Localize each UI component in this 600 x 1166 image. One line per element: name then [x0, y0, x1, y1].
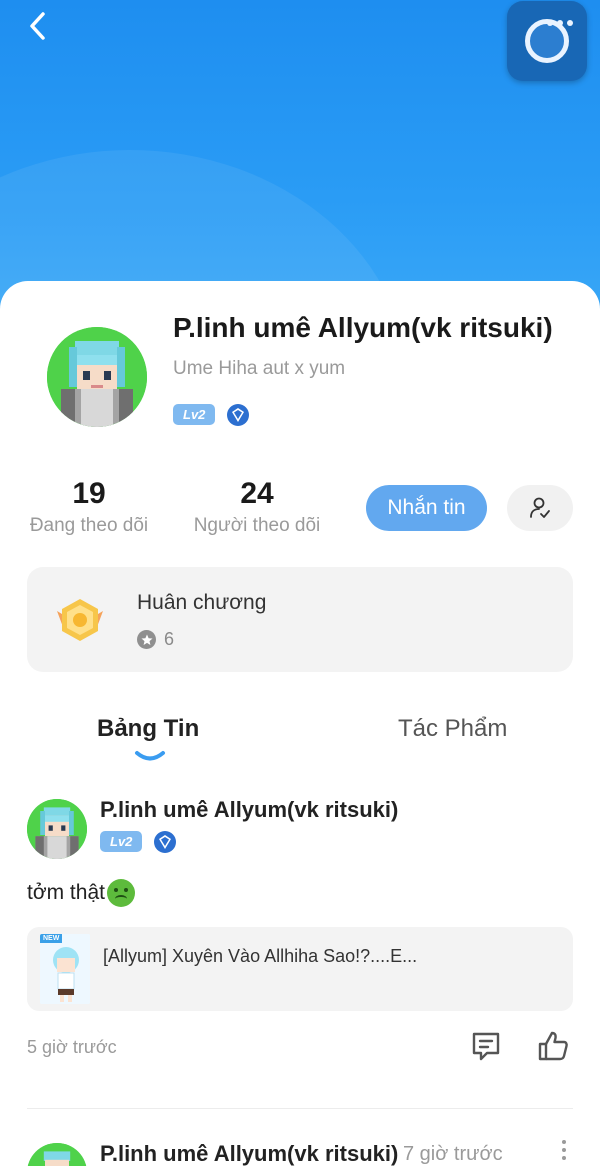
post-divider: [27, 1108, 573, 1109]
profile-name: P.linh umê Allyum(vk ritsuki): [173, 312, 553, 343]
attachment-thumbnail: NEW: [40, 934, 90, 1004]
active-tab-indicator: [135, 751, 165, 761]
post-author-avatar[interactable]: [27, 1143, 87, 1166]
following-label: Đang theo dõi: [29, 515, 149, 536]
post-text: tởm thật: [27, 879, 135, 907]
medal-count-row: 6: [137, 629, 174, 650]
following-count: 19: [72, 477, 106, 510]
shield-icon: [154, 831, 176, 853]
back-button[interactable]: [20, 8, 56, 44]
message-button[interactable]: Nhắn tin: [366, 485, 487, 531]
follow-button[interactable]: [507, 485, 573, 531]
tab-news-feed[interactable]: Bảng Tin: [97, 715, 199, 743]
medal-icon: [57, 599, 103, 641]
more-dots-icon: [547, 20, 573, 26]
level-badge: Lv2: [100, 831, 143, 852]
medal-section[interactable]: Huân chương 6: [27, 567, 573, 672]
profile-bio: Ume Hiha aut x yum: [173, 358, 346, 379]
thumbs-up-icon: [538, 1031, 568, 1061]
followers-stat[interactable]: 24 Người theo dõi: [190, 477, 324, 537]
tab-works[interactable]: Tác Phẩm: [398, 715, 507, 743]
new-badge: NEW: [40, 934, 63, 943]
avatar-image: [27, 1143, 87, 1166]
avatar-image: [47, 327, 147, 427]
medal-count: 6: [164, 629, 175, 649]
level-badge: Lv2: [173, 404, 216, 425]
star-icon: [137, 630, 156, 649]
user-check-icon: [530, 497, 550, 518]
post-author-avatar[interactable]: [27, 799, 87, 859]
following-stat[interactable]: 19 Đang theo dõi: [27, 477, 151, 537]
profile-avatar[interactable]: [47, 327, 147, 427]
followers-label: Người theo dõi: [193, 515, 321, 536]
post-author-name[interactable]: P.linh umê Allyum(vk ritsuki): [100, 797, 398, 823]
comment-icon: [472, 1032, 500, 1061]
post-author-name[interactable]: P.linh umê Allyum(vk ritsuki): [100, 1141, 398, 1166]
post-text-content: tởm thật: [27, 881, 105, 904]
post-timestamp: 5 giờ trước: [27, 1037, 117, 1057]
post-attachment[interactable]: NEW [Allyum] Xuyên Vào Allhiha Sao!?....…: [27, 927, 573, 1011]
attachment-title: [Allyum] Xuyên Vào Allhiha Sao!?....E...: [103, 946, 418, 966]
comment-button[interactable]: [466, 1026, 506, 1066]
floating-assistant-button[interactable]: [507, 1, 587, 81]
shield-icon: [227, 404, 249, 426]
more-vertical-icon: [562, 1140, 566, 1144]
medal-title: Huân chương: [137, 591, 267, 614]
avatar-image: [27, 799, 87, 859]
chevron-left-icon: [30, 12, 45, 40]
like-button[interactable]: [533, 1026, 573, 1066]
more-options-button[interactable]: [556, 1140, 572, 1166]
post-timestamp: 7 giờ trước: [403, 1143, 503, 1165]
followers-count: 24: [240, 477, 274, 510]
nauseated-face-icon: [106, 879, 135, 907]
attachment-cover-image: [40, 934, 90, 1004]
